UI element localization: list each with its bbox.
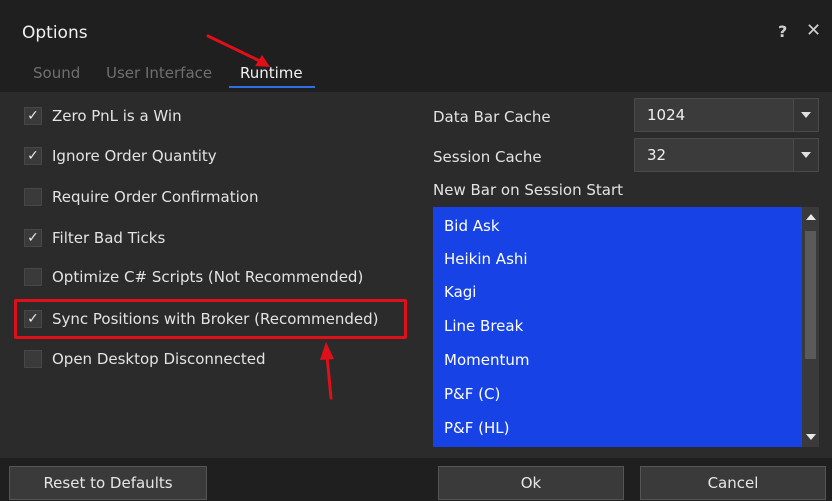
checkbox-optimize-csharp-scripts[interactable]	[24, 268, 42, 286]
data-bar-cache-label: Data Bar Cache	[433, 108, 551, 126]
option-label: Zero PnL is a Win	[52, 107, 182, 125]
checkbox-filter-bad-ticks[interactable]: ✓	[24, 229, 42, 247]
option-open-desktop-disconnected[interactable]: Open Desktop Disconnected	[24, 347, 266, 371]
option-label: Open Desktop Disconnected	[52, 350, 266, 368]
tab-bar: Sound User Interface Runtime	[0, 54, 832, 92]
cancel-button[interactable]: Cancel	[640, 466, 826, 500]
option-label: Require Order Confirmation	[52, 188, 259, 206]
dropdown-button[interactable]	[793, 99, 818, 131]
dropdown-button[interactable]	[793, 139, 818, 171]
options-dialog: Options ? ✕ Sound User Interface Runtime…	[0, 0, 832, 501]
option-filter-bad-ticks[interactable]: ✓ Filter Bad Ticks	[24, 226, 165, 250]
list-item[interactable]: P&F (C)	[444, 385, 500, 403]
list-item[interactable]: Line Break	[444, 317, 523, 335]
session-cache-select[interactable]: 32	[634, 138, 819, 172]
option-label: Optimize C# Scripts (Not Recommended)	[52, 268, 364, 286]
tab-runtime[interactable]: Runtime	[240, 64, 303, 82]
help-icon[interactable]: ?	[778, 22, 787, 41]
checkbox-zero-pnl-win[interactable]: ✓	[24, 107, 42, 125]
data-bar-cache-value: 1024	[647, 106, 686, 124]
scroll-up-button[interactable]	[802, 207, 819, 227]
new-bar-on-session-start-list[interactable]: Bid Ask Heikin Ashi Kagi Line Break Mome…	[433, 207, 802, 447]
option-label: Ignore Order Quantity	[52, 147, 217, 165]
list-item[interactable]: Heikin Ashi	[444, 250, 528, 268]
checkbox-open-desktop-disconnected[interactable]	[24, 350, 42, 368]
option-label: Filter Bad Ticks	[52, 229, 166, 247]
list-item[interactable]: Bid Ask	[444, 217, 500, 235]
list-item[interactable]: Kagi	[444, 283, 476, 301]
new-bar-on-session-start-label: New Bar on Session Start	[433, 181, 623, 199]
checkbox-require-order-confirmation[interactable]	[24, 188, 42, 206]
option-zero-pnl-win[interactable]: ✓ Zero PnL is a Win	[24, 104, 182, 128]
option-optimize-csharp-scripts[interactable]: Optimize C# Scripts (Not Recommended)	[24, 265, 363, 289]
option-require-order-confirmation[interactable]: Require Order Confirmation	[24, 185, 258, 209]
checkbox-ignore-order-quantity[interactable]: ✓	[24, 147, 42, 165]
annotation-arrow-to-sync-option	[320, 342, 334, 400]
ok-button[interactable]: Ok	[438, 466, 624, 500]
window-title: Options	[22, 23, 88, 43]
session-cache-value: 32	[647, 146, 667, 164]
tab-sound[interactable]: Sound	[33, 64, 80, 82]
chevron-down-icon	[805, 434, 816, 440]
close-icon[interactable]: ✕	[806, 20, 821, 41]
session-cache-label: Session Cache	[433, 148, 542, 166]
annotation-highlight-box	[14, 299, 407, 339]
chevron-down-icon	[801, 112, 811, 118]
list-item[interactable]: Momentum	[444, 351, 529, 369]
chevron-down-icon	[801, 152, 811, 158]
scrollbar-thumb[interactable]	[805, 231, 816, 359]
active-tab-indicator	[229, 86, 315, 88]
title-bar: Options ? ✕	[0, 0, 832, 54]
reset-to-defaults-button[interactable]: Reset to Defaults	[9, 466, 207, 500]
chevron-up-icon	[805, 214, 816, 220]
option-ignore-order-quantity[interactable]: ✓ Ignore Order Quantity	[24, 144, 217, 168]
scroll-down-button[interactable]	[802, 427, 819, 447]
list-scrollbar[interactable]	[802, 207, 819, 447]
list-item[interactable]: P&F (HL)	[444, 419, 509, 437]
data-bar-cache-select[interactable]: 1024	[634, 98, 819, 132]
tab-user-interface[interactable]: User Interface	[106, 64, 212, 82]
